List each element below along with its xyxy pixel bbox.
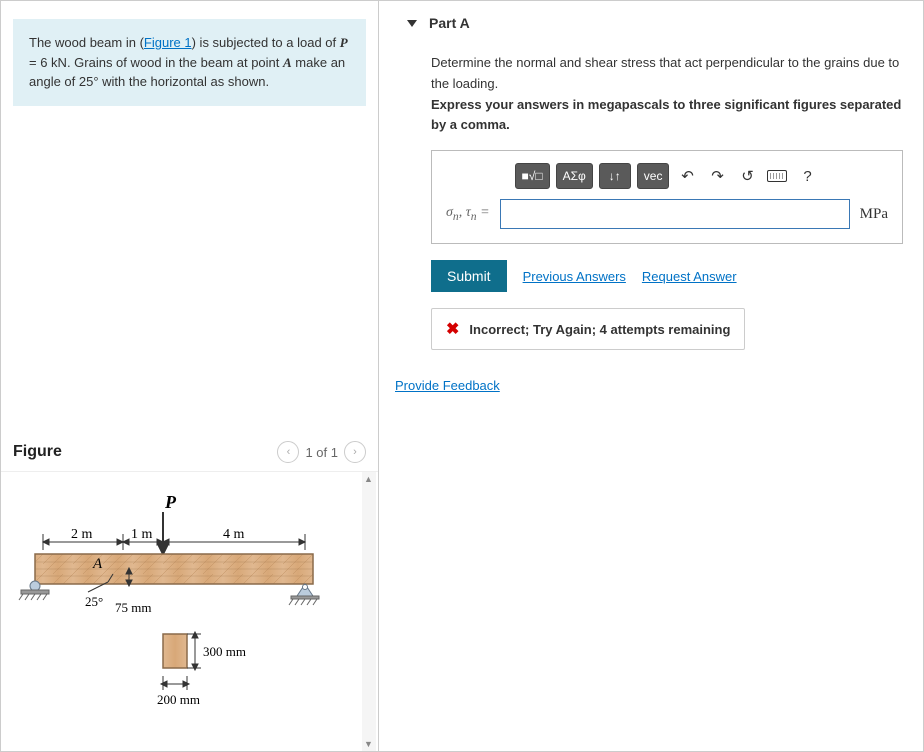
equation-toolbar: ■√□ ΑΣφ ↓↑ vec ↶ ↷ ↺ ?	[446, 163, 888, 189]
var-A: A	[283, 55, 292, 70]
instruction-line-1: Determine the normal and shear stress th…	[431, 53, 913, 95]
incorrect-icon: ✖	[446, 319, 459, 339]
problem-statement: The wood beam in (Figure 1) is subjected…	[13, 19, 366, 106]
svg-text:A: A	[92, 556, 103, 572]
text: . Grains of wood in the beam at point	[67, 55, 283, 70]
answer-lhs: σn, τn =	[446, 205, 490, 223]
text: = 6 kN	[29, 55, 67, 70]
figure-title: Figure	[13, 443, 62, 461]
svg-text:1 m: 1 m	[131, 527, 153, 542]
reset-button[interactable]: ↺	[735, 164, 759, 188]
var-P: P	[340, 35, 348, 50]
figure-prev-button[interactable]: ‹	[277, 441, 299, 463]
keyboard-icon	[767, 170, 787, 182]
figure-scrollbar[interactable]: ▲ ▼	[362, 472, 376, 751]
figure-viewport: P 2 m 1 m 4 m A 25° 75 mm 300 mm 200 mm …	[1, 471, 378, 751]
svg-text:2 m: 2 m	[71, 527, 93, 542]
keyboard-button[interactable]	[765, 164, 789, 188]
undo-button[interactable]: ↶	[675, 164, 699, 188]
previous-answers-link[interactable]: Previous Answers	[523, 269, 626, 284]
text: ) is subjected to a load of	[192, 35, 340, 50]
part-title: Part A	[429, 15, 470, 31]
figure-counter: 1 of 1	[305, 445, 338, 460]
figure-next-button[interactable]: ›	[344, 441, 366, 463]
svg-text:200 mm: 200 mm	[157, 692, 200, 707]
figure-header: Figure ‹ 1 of 1 ›	[1, 433, 378, 471]
figure-diagram: P 2 m 1 m 4 m A 25° 75 mm 300 mm 200 mm	[13, 484, 333, 724]
collapse-icon[interactable]	[407, 20, 417, 27]
subsup-button[interactable]: ↓↑	[599, 163, 631, 189]
request-answer-link[interactable]: Request Answer	[642, 269, 737, 284]
submit-button[interactable]: Submit	[431, 260, 507, 292]
vec-button[interactable]: vec	[637, 163, 670, 189]
figure-pager: ‹ 1 of 1 ›	[277, 441, 366, 463]
help-button[interactable]: ?	[795, 164, 819, 188]
templates-button[interactable]: ■√□	[515, 163, 550, 189]
instruction-line-2: Express your answers in megapascals to t…	[431, 95, 913, 137]
answer-input[interactable]	[500, 199, 850, 229]
text: The wood beam in (	[29, 35, 144, 50]
svg-text:4 m: 4 m	[223, 527, 245, 542]
answer-container: ■√□ ΑΣφ ↓↑ vec ↶ ↷ ↺ ? σn, τn = MPa	[431, 150, 903, 244]
feedback-text: Incorrect; Try Again; 4 attempts remaini…	[469, 322, 730, 337]
figure-link[interactable]: Figure 1	[144, 35, 192, 50]
provide-feedback-link[interactable]: Provide Feedback	[395, 378, 500, 393]
greek-button[interactable]: ΑΣφ	[556, 163, 593, 189]
feedback-box: ✖ Incorrect; Try Again; 4 attempts remai…	[431, 308, 745, 350]
svg-text:75 mm: 75 mm	[115, 600, 151, 615]
svg-text:25°: 25°	[85, 594, 103, 609]
svg-text:P: P	[164, 492, 177, 512]
answer-unit: MPa	[860, 206, 888, 223]
svg-text:300 mm: 300 mm	[203, 644, 246, 659]
redo-button[interactable]: ↷	[705, 164, 729, 188]
